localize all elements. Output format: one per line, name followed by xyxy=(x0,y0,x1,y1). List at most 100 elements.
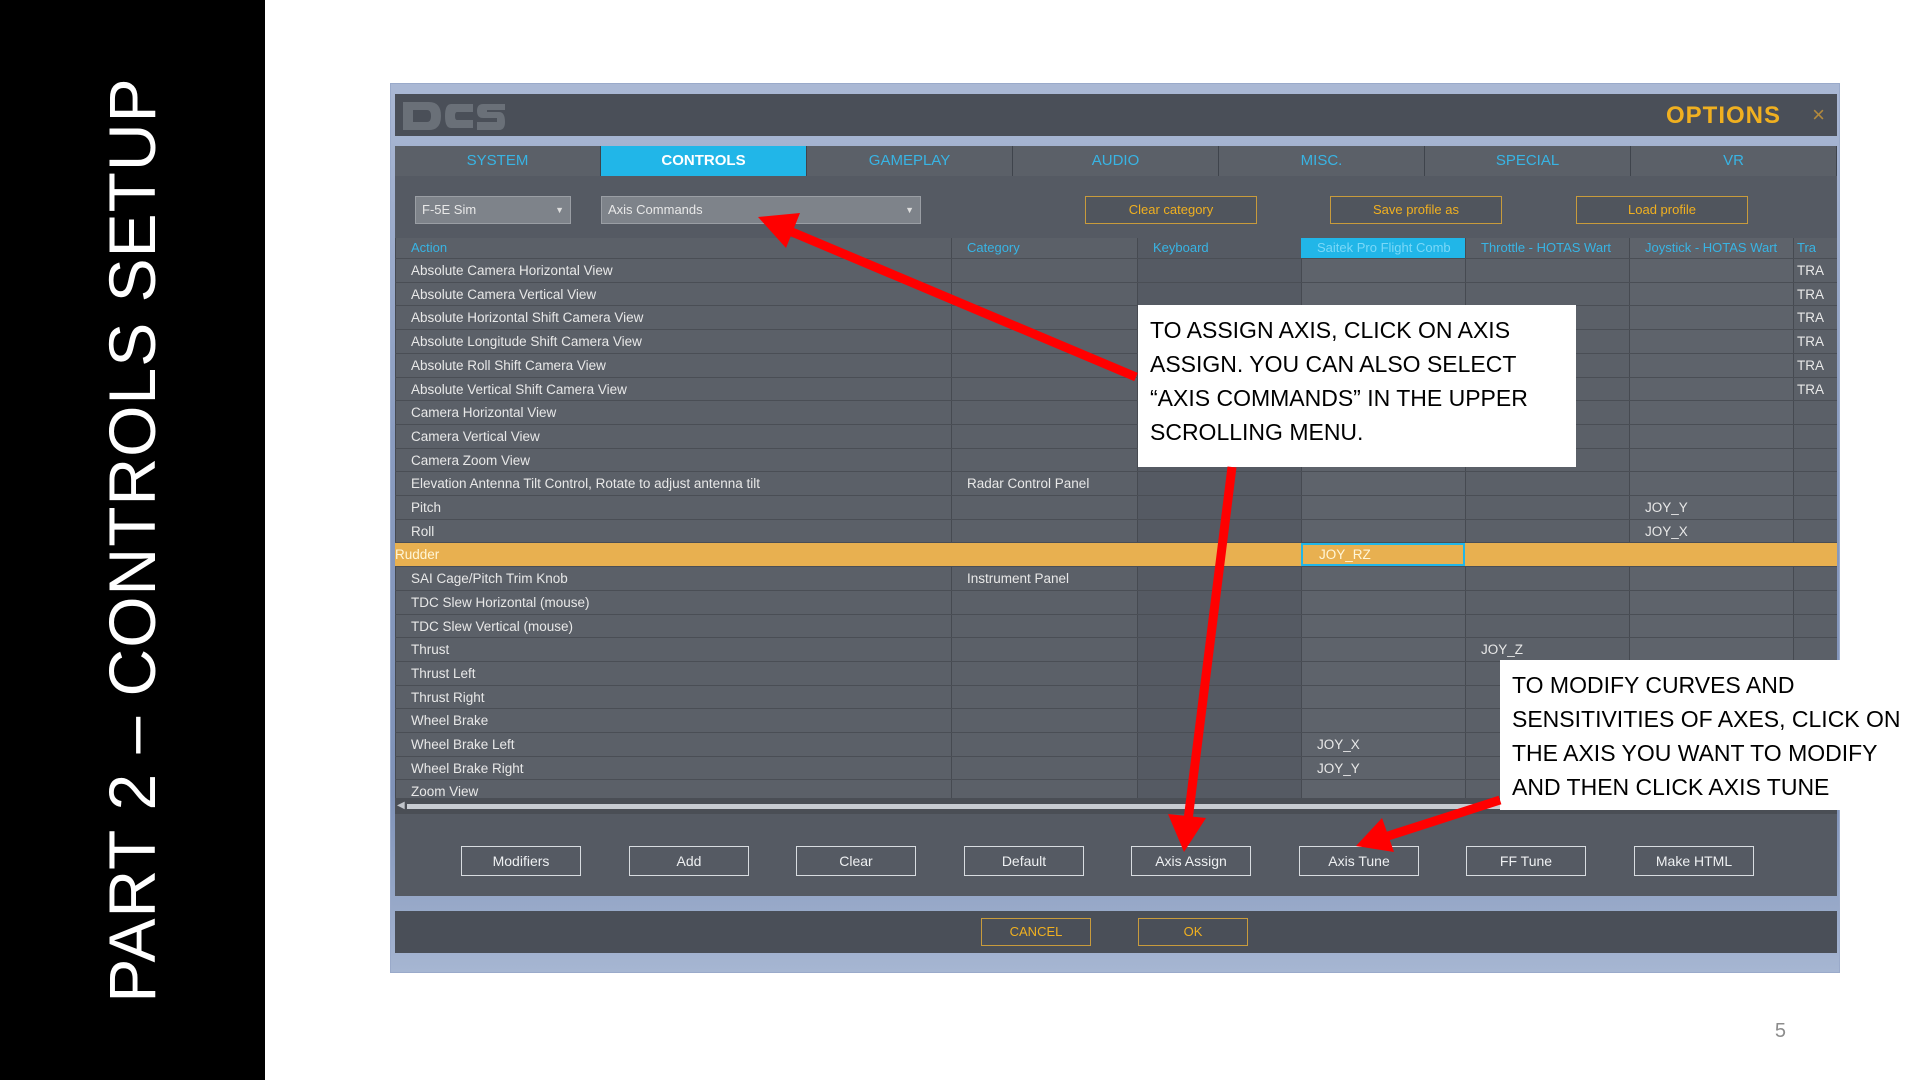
cell-category[interactable] xyxy=(951,259,1137,282)
table-row[interactable]: Absolute Camera Vertical View TRA xyxy=(395,281,1837,306)
cell-keyboard[interactable] xyxy=(1137,472,1301,495)
table-row[interactable]: Thrust JOY_Z xyxy=(395,637,1837,661)
cell-tra[interactable] xyxy=(1793,615,1837,638)
cell-action[interactable]: Elevation Antenna Tilt Control, Rotate t… xyxy=(395,472,951,495)
make-html-button[interactable]: Make HTML xyxy=(1634,846,1754,876)
cell-category[interactable]: Radar Control Panel xyxy=(951,472,1137,495)
cell-action[interactable]: Camera Horizontal View xyxy=(395,401,951,424)
scroll-left-icon[interactable]: ◀ xyxy=(397,798,405,814)
cell-action[interactable]: Absolute Roll Shift Camera View xyxy=(395,354,951,377)
cell-action[interactable]: Thrust Right xyxy=(395,686,951,709)
cell-category[interactable] xyxy=(951,709,1137,732)
cell-category[interactable] xyxy=(951,378,1137,401)
cell-throttle[interactable] xyxy=(1465,520,1629,543)
clear-category-button[interactable]: Clear category xyxy=(1085,196,1257,224)
modifiers-button[interactable]: Modifiers xyxy=(461,846,581,876)
cell-saitek[interactable] xyxy=(1301,709,1465,732)
cell-saitek[interactable] xyxy=(1301,591,1465,614)
cell-tra[interactable]: TRA xyxy=(1793,283,1837,306)
cell-action[interactable]: Camera Vertical View xyxy=(395,425,951,448)
cell-tra[interactable]: TRA xyxy=(1793,306,1837,329)
cell-joystick[interactable] xyxy=(1629,425,1793,448)
cell-action[interactable]: Rudder xyxy=(395,543,951,566)
cell-joystick[interactable] xyxy=(1629,259,1793,282)
cell-category[interactable] xyxy=(951,757,1137,780)
cell-action[interactable]: Absolute Vertical Shift Camera View xyxy=(395,378,951,401)
cell-throttle[interactable] xyxy=(1465,615,1629,638)
aircraft-select[interactable]: F-5E Sim ▼ xyxy=(415,196,571,224)
table-row[interactable]: Camera Zoom View xyxy=(395,447,1837,472)
cell-keyboard[interactable] xyxy=(1137,662,1301,685)
column-header-joystick[interactable]: Joystick - HOTAS Wart xyxy=(1629,238,1793,258)
cell-tra[interactable] xyxy=(1793,449,1837,472)
tab-misc[interactable]: MISC. xyxy=(1219,146,1425,176)
cell-keyboard[interactable] xyxy=(1137,520,1301,543)
cell-joystick[interactable] xyxy=(1629,378,1793,401)
cell-action[interactable]: Roll xyxy=(395,520,951,543)
table-row[interactable]: TDC Slew Horizontal (mouse) xyxy=(395,589,1837,614)
cell-action[interactable]: Wheel Brake Right xyxy=(395,757,951,780)
cell-joystick[interactable] xyxy=(1629,283,1793,306)
ff-tune-button[interactable]: FF Tune xyxy=(1466,846,1586,876)
cell-category[interactable] xyxy=(951,686,1137,709)
cell-action[interactable]: Zoom View xyxy=(395,780,951,798)
cell-action[interactable]: Thrust xyxy=(395,638,951,661)
tab-gameplay[interactable]: GAMEPLAY xyxy=(807,146,1013,176)
cell-joystick[interactable] xyxy=(1629,591,1793,614)
cell-joystick[interactable] xyxy=(1629,638,1793,661)
cell-joystick[interactable] xyxy=(1629,354,1793,377)
cell-tra[interactable] xyxy=(1793,496,1837,519)
cell-tra[interactable]: TRA xyxy=(1793,259,1837,282)
cell-throttle[interactable] xyxy=(1465,496,1629,519)
cell-saitek[interactable]: JOY_X xyxy=(1301,733,1465,756)
cell-saitek[interactable] xyxy=(1301,259,1465,282)
cell-action[interactable]: TDC Slew Horizontal (mouse) xyxy=(395,591,951,614)
cell-category[interactable] xyxy=(951,591,1137,614)
cell-saitek[interactable] xyxy=(1301,567,1465,590)
tab-audio[interactable]: AUDIO xyxy=(1013,146,1219,176)
cell-joystick[interactable]: JOY_X xyxy=(1629,520,1793,543)
cell-keyboard[interactable] xyxy=(1137,259,1301,282)
cell-keyboard[interactable] xyxy=(1137,733,1301,756)
cell-category[interactable] xyxy=(951,449,1137,472)
cell-action[interactable]: Camera Zoom View xyxy=(395,449,951,472)
cell-keyboard[interactable] xyxy=(1137,709,1301,732)
cell-saitek[interactable]: JOY_Y xyxy=(1301,757,1465,780)
column-header-throttle[interactable]: Throttle - HOTAS Wart xyxy=(1465,238,1629,258)
cell-category[interactable] xyxy=(951,733,1137,756)
cell-tra[interactable] xyxy=(1793,567,1837,590)
cell-keyboard[interactable] xyxy=(1137,780,1301,798)
save-profile-button[interactable]: Save profile as xyxy=(1330,196,1502,224)
cell-keyboard[interactable] xyxy=(1137,543,1301,566)
ok-button[interactable]: OK xyxy=(1138,918,1248,946)
cell-joystick[interactable] xyxy=(1629,449,1793,472)
cell-action[interactable]: Thrust Left xyxy=(395,662,951,685)
cell-category[interactable] xyxy=(951,330,1137,353)
load-profile-button[interactable]: Load profile xyxy=(1576,196,1748,224)
scrollbar-thumb[interactable] xyxy=(407,804,1592,809)
column-header-tra[interactable]: Tra xyxy=(1793,238,1837,258)
cell-tra[interactable]: TRA xyxy=(1793,330,1837,353)
cell-action[interactable]: SAI Cage/Pitch Trim Knob xyxy=(395,567,951,590)
table-row[interactable]: Camera Vertical View xyxy=(395,423,1837,448)
cell-saitek[interactable] xyxy=(1301,686,1465,709)
cell-keyboard[interactable] xyxy=(1137,615,1301,638)
tab-system[interactable]: SYSTEM xyxy=(395,146,601,176)
default-button[interactable]: Default xyxy=(964,846,1084,876)
cell-throttle[interactable]: JOY_Z xyxy=(1465,638,1629,661)
cell-throttle[interactable] xyxy=(1465,259,1629,282)
cell-tra[interactable] xyxy=(1793,472,1837,495)
cell-tra[interactable] xyxy=(1793,520,1837,543)
cell-tra[interactable]: TRA xyxy=(1793,378,1837,401)
cell-throttle[interactable] xyxy=(1465,567,1629,590)
clear-button[interactable]: Clear xyxy=(796,846,916,876)
table-row[interactable]: SAI Cage/Pitch Trim Knob Instrument Panel xyxy=(395,566,1837,590)
cell-tra[interactable] xyxy=(1793,401,1837,424)
cell-tra[interactable] xyxy=(1793,425,1837,448)
cell-keyboard[interactable] xyxy=(1137,496,1301,519)
cell-category[interactable] xyxy=(951,638,1137,661)
cell-tra[interactable] xyxy=(1793,543,1837,566)
cell-category[interactable] xyxy=(951,615,1137,638)
cell-saitek[interactable]: JOY_RZ xyxy=(1301,543,1465,567)
cell-joystick[interactable] xyxy=(1629,567,1793,590)
